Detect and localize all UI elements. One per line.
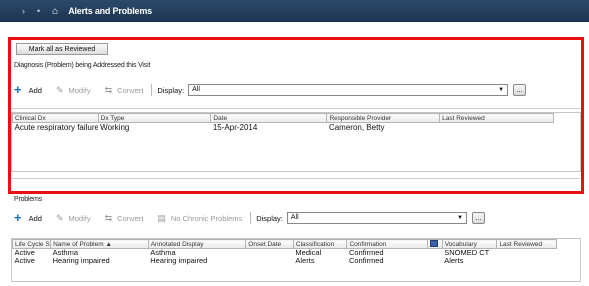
table-row[interactable]: Active Asthma Asthma Medical Confirmed S… [13,249,557,258]
cell-classification: Medical [295,248,322,257]
no-chronic-problems-button[interactable]: ▤ No Chronic Problems [157,213,242,224]
col-life-cycle[interactable]: Life Cycle St. [11,239,52,249]
page-title: Alerts and Problems [68,6,152,16]
cell-vocabulary: Alerts [444,257,464,266]
col-problem-name[interactable]: Name of Problem ▲ [50,239,149,249]
cell-last-reviewed [497,249,557,258]
problems-section-label: Problems [14,196,42,203]
col-onset-date[interactable]: Onset Date [245,239,294,249]
table-row[interactable]: Active Hearing impaired Hearing impaired… [13,257,557,266]
convert-icon: ⇆ [104,212,113,223]
toolbar-divider [250,212,252,224]
cell-annotated-display: Asthma [150,248,176,257]
cell-classification: Alerts [295,257,315,266]
col-classification[interactable]: Classification [292,239,348,249]
home-icon[interactable]: ⌂ [52,6,58,17]
add-icon: + [14,210,22,225]
vocabulary-icon [430,240,439,248]
col-vocab-icon[interactable] [427,239,443,249]
cell-problem-name: Asthma [52,248,79,257]
cell-confirmation: Confirmed [348,248,384,257]
cell-problem-name: Hearing impaired [52,257,110,266]
problem-convert-button[interactable]: ⇆ Convert [105,213,144,224]
problem-modify-button[interactable]: ✎ Modify [56,213,91,224]
problem-display-select[interactable]: All ▼ [286,212,467,224]
problem-display-label: Display: [256,213,283,223]
document-icon: ▤ [157,212,166,223]
cell-vocabulary: SNOMED CT [444,248,490,257]
cell-last-reviewed [497,257,557,266]
nav-dot-icon[interactable]: • [37,6,40,16]
modify-icon: ✎ [55,212,64,223]
cell-onset-date [246,249,294,258]
problems-table: Life Cycle St. Name of Problem ▲ Annotat… [11,239,557,266]
cell-annotated-display: Hearing impaired [150,257,208,266]
cell-vocab-flag [428,257,442,266]
cell-vocab-flag [428,249,442,258]
nav-back-icon[interactable]: › [22,6,25,16]
title-bar: › • ⌂ Alerts and Problems [0,0,589,22]
problem-add-button[interactable]: + Add [14,210,42,225]
cell-onset-date [246,257,294,266]
col-vocabulary[interactable]: Vocabulary [441,239,498,249]
highlight-box [8,37,584,194]
cell-life-cycle: Active [14,248,35,257]
problem-ellipsis-button[interactable]: ... [471,212,485,224]
cell-life-cycle: Active [14,257,35,266]
cell-confirmation: Confirmed [348,257,384,266]
col-last-reviewed[interactable]: Last Reviewed [496,239,557,249]
col-annotated-display[interactable]: Annotated Display [147,239,247,249]
problems-toolbar: + Add ✎ Modify ⇆ Convert ▤ No Chronic Pr… [14,209,485,227]
chevron-down-icon: ▼ [456,215,463,221]
col-confirmation[interactable]: Confirmation [346,239,429,249]
